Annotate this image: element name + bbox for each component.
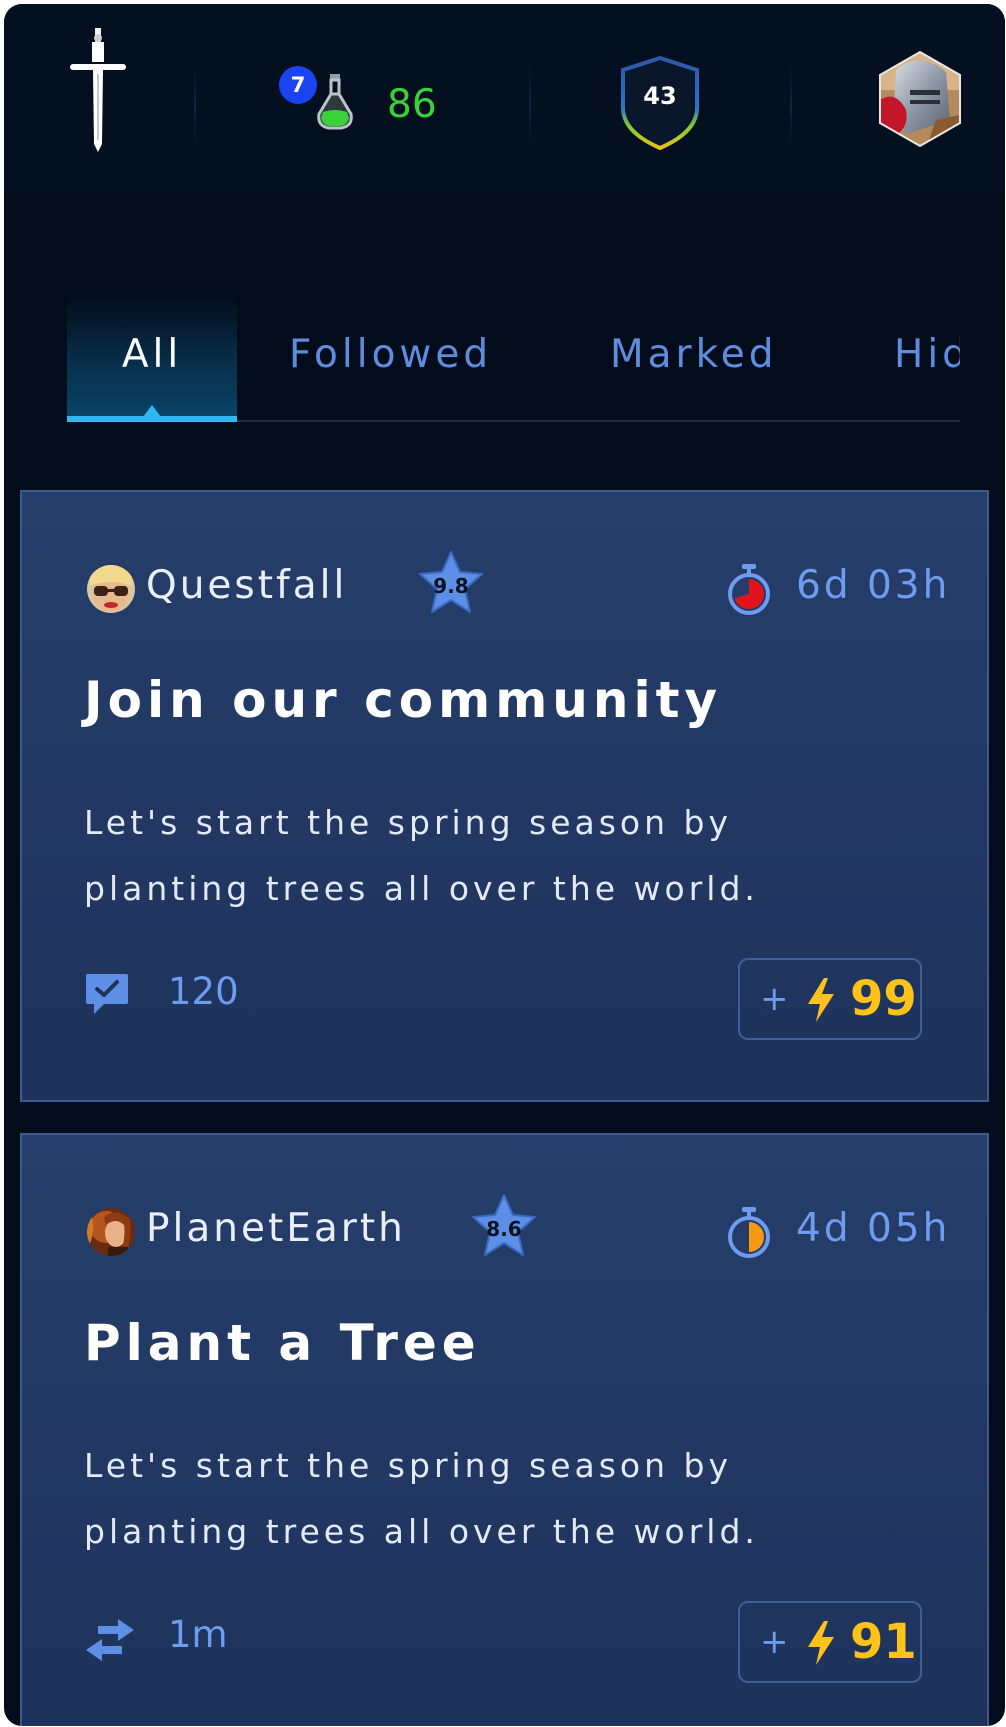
tab-all[interactable]: All	[67, 294, 237, 422]
quest-card[interactable]: Questfall 9.8 6d 03h Join our community …	[20, 490, 989, 1102]
author-avatar[interactable]	[86, 564, 136, 618]
author-name[interactable]: Questfall	[146, 558, 347, 614]
card-title[interactable]: Join our community	[84, 668, 722, 732]
app-frame: 7 86 43 All Followed Marked Hid Questfal…	[4, 4, 1005, 1726]
reward-plus: +	[760, 1622, 789, 1662]
reward-plus: +	[760, 979, 789, 1019]
reward-button[interactable]: + 91	[738, 1601, 922, 1683]
reward-button[interactable]: + 99	[738, 958, 922, 1040]
tab-marked[interactable]: Marked	[610, 294, 778, 422]
divider	[194, 66, 196, 146]
lightning-icon	[806, 1621, 836, 1669]
sword-icon[interactable]	[68, 28, 128, 158]
stopwatch-icon	[726, 1207, 772, 1263]
potion-icon	[315, 74, 355, 134]
author-avatar[interactable]	[86, 1207, 136, 1261]
quest-card[interactable]: PlanetEarth 8.6 4d 05h Plant a Tree Let'…	[20, 1133, 989, 1726]
tab-label: All	[121, 332, 183, 377]
tab-followed[interactable]: Followed	[289, 294, 492, 422]
shield-badge[interactable]: 43	[617, 54, 703, 152]
top-bar: 7 86 43	[4, 4, 1005, 192]
rating-value: 8.6	[486, 1217, 522, 1241]
time-remaining: 4d 05h	[796, 1206, 951, 1251]
comment-icon[interactable]	[84, 972, 130, 1020]
swap-arrows-icon[interactable]	[84, 1619, 136, 1665]
comment-count: 120	[168, 970, 239, 1013]
level-badge: 7	[279, 66, 317, 104]
card-description: Let's start the spring season by plantin…	[84, 1446, 759, 1551]
card-description: Let's start the spring season by plantin…	[84, 803, 759, 908]
active-tab-notch	[143, 405, 161, 417]
tab-hidden[interactable]: Hidden	[894, 294, 960, 422]
knight-avatar[interactable]	[876, 50, 964, 152]
share-count: 1m	[168, 1613, 228, 1656]
lightning-icon	[806, 978, 836, 1026]
card-title[interactable]: Plant a Tree	[84, 1311, 481, 1375]
reward-value: 99	[850, 971, 917, 1027]
rating-badge: 9.8	[416, 550, 486, 620]
rating-badge: 8.6	[469, 1193, 539, 1263]
reward-value: 91	[850, 1614, 917, 1670]
author-name[interactable]: PlanetEarth	[146, 1201, 406, 1257]
rating-value: 9.8	[433, 574, 469, 598]
filter-tabs: All Followed Marked Hidden	[67, 294, 960, 426]
potion-count: 86	[387, 82, 437, 127]
divider	[529, 66, 531, 146]
time-remaining: 6d 03h	[796, 563, 951, 608]
divider	[790, 66, 792, 146]
stopwatch-icon	[726, 564, 772, 620]
shield-value: 43	[643, 82, 677, 110]
